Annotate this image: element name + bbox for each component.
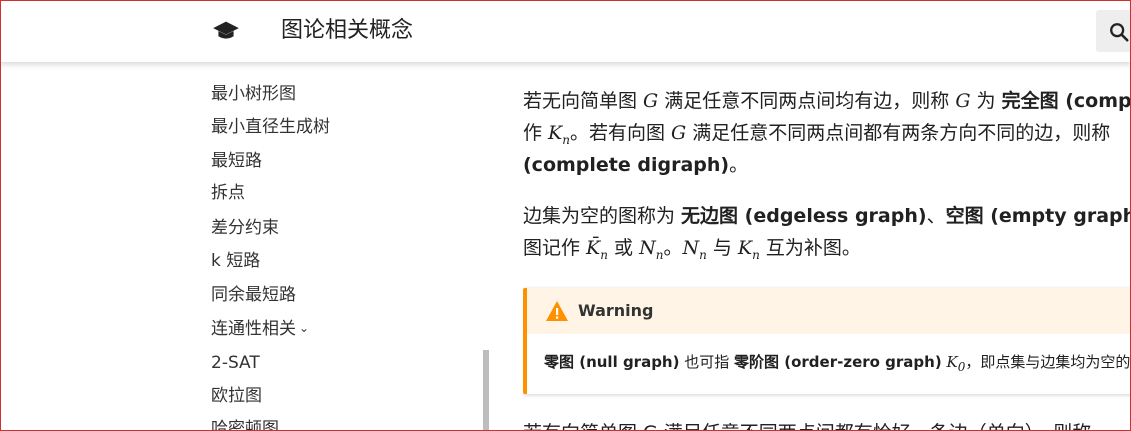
term: 完全图 (complete graph) xyxy=(1001,90,1131,112)
text: 互为补图。 xyxy=(759,237,861,259)
chevron-down-icon: ⌄ xyxy=(299,321,310,335)
warning-icon xyxy=(546,301,568,321)
paragraph-complete-graph-line3: (complete digraph)。 xyxy=(523,149,748,181)
sidebar-nav: 最小树形图 最小直径生成树 最短路 拆点 差分约束 k 短路 同余最短路 连通性… xyxy=(0,62,490,431)
text: 边集为空的图称为 xyxy=(523,205,682,227)
paragraph-edgeless-graph: 边集为空的图称为 无边图 (edgeless graph)、空图 (empty … xyxy=(523,200,1131,232)
text: 、 xyxy=(926,205,946,227)
sidebar-item-connectivity[interactable]: 连通性相关 ⌄ xyxy=(211,317,309,342)
sidebar-item-2-sat[interactable]: 2-SAT xyxy=(211,351,260,375)
top-header: 图论相关概念 xyxy=(0,0,1131,62)
sidebar-item-euler-graph[interactable]: 欧拉图 xyxy=(211,384,262,408)
text: 或 xyxy=(607,237,640,259)
text: 作 xyxy=(523,122,549,144)
sidebar-item-label: 连通性相关 xyxy=(211,319,296,339)
paragraph-edgeless-graph-line2: 图记作 K̄n 或 Nn。Nn 与 Kn 互为补图。 xyxy=(523,232,861,271)
search-icon[interactable] xyxy=(1108,21,1130,43)
text: 与 xyxy=(706,237,738,259)
term: 零图 (null graph) xyxy=(544,353,680,371)
math: K̄n xyxy=(586,237,608,262)
admonition-body: 零图 (null graph) 也可指 零阶图 (order-zero grap… xyxy=(544,351,1131,378)
term: 无边图 (edgeless graph) xyxy=(681,205,927,227)
math: K0 xyxy=(946,353,966,374)
text: 图记作 xyxy=(523,237,587,259)
sidebar-item-hamiltonian-graph[interactable]: 哈密顿图 xyxy=(211,417,279,431)
sidebar-scrollbar[interactable] xyxy=(483,350,489,431)
math: Nn xyxy=(639,237,664,262)
text: ，即点集与边集均为空的图。 xyxy=(965,353,1131,371)
search-box[interactable] xyxy=(1096,10,1131,52)
graduation-cap-icon[interactable] xyxy=(212,19,240,43)
admonition-title-bar: Warning xyxy=(527,288,1131,334)
sidebar-item-shortest-path[interactable]: 最短路 xyxy=(211,149,262,173)
term: 零阶图 (order-zero graph) xyxy=(734,353,942,371)
text: 满足任意不同两点间均有边，则称 xyxy=(658,90,956,112)
math: G xyxy=(955,90,971,112)
term: 空图 (empty graph) xyxy=(945,205,1131,227)
text: 若无向简单图 xyxy=(523,90,644,112)
math: Nn xyxy=(682,237,707,262)
text: 满足任意不同两点间都有两条方向不同的边，则称 xyxy=(686,122,1111,144)
sidebar-item-min-diameter-spanning-tree[interactable]: 最小直径生成树 xyxy=(211,115,330,139)
sidebar-item-k-shortest-path[interactable]: k 短路 xyxy=(211,249,260,273)
paragraph-tournament-partial: 若有向简单图 G 满足任意不同两点间都有恰好一条边（单向），则称 xyxy=(523,417,1091,431)
sidebar-item-congruence-shortest-path[interactable]: 同余最短路 xyxy=(211,283,296,307)
math: G xyxy=(671,122,687,144)
text: 。 xyxy=(729,154,749,176)
site-title[interactable]: 图论相关概念 xyxy=(281,16,413,46)
main-content: 若无向简单图 G 满足任意不同两点间均有边，则称 G 为 完全图 (comple… xyxy=(523,62,1131,431)
term: (complete digraph) xyxy=(523,154,730,176)
math: Kn xyxy=(548,122,570,147)
paragraph-complete-graph: 若无向简单图 G 满足任意不同两点间均有边，则称 G 为 完全图 (comple… xyxy=(523,85,1131,117)
text: 。 xyxy=(663,237,683,259)
warning-admonition: Warning 零图 (null graph) 也可指 零阶图 (order-z… xyxy=(523,288,1131,394)
admonition-title: Warning xyxy=(578,301,654,320)
math: G xyxy=(643,90,659,112)
text: 为 xyxy=(970,90,1002,112)
text: 。若有向图 xyxy=(569,122,672,144)
sidebar-item-difference-constraints[interactable]: 差分约束 xyxy=(211,216,279,240)
math: Kn xyxy=(737,237,760,262)
sidebar-item-min-arborescence[interactable]: 最小树形图 xyxy=(211,82,296,106)
text: 也可指 xyxy=(679,353,735,371)
sidebar-item-split-vertex[interactable]: 拆点 xyxy=(211,181,245,205)
